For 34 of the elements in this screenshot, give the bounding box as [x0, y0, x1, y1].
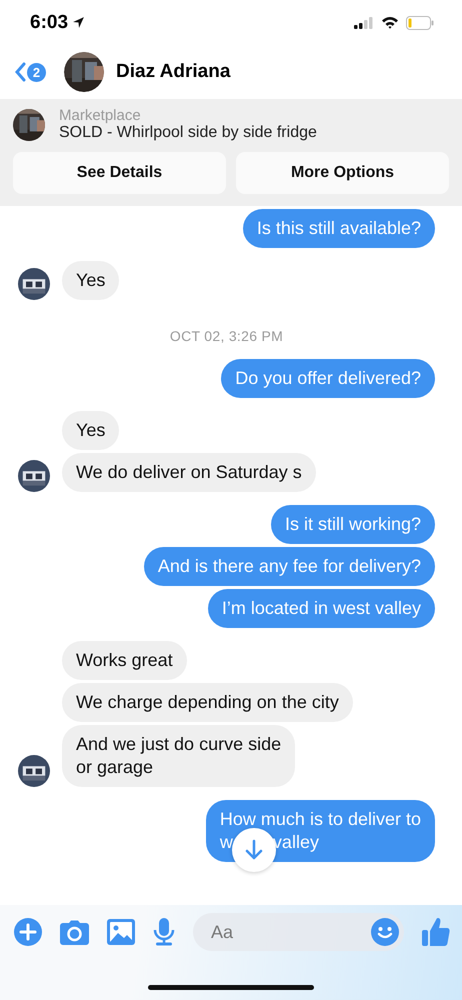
clock-time: 6:03 — [30, 12, 68, 34]
received-message: We charge depending on the city — [62, 683, 353, 722]
location-arrow-icon — [72, 16, 86, 29]
listing-source: Marketplace — [59, 107, 142, 124]
thumbs-up-icon[interactable] — [422, 917, 450, 947]
camera-icon[interactable] — [60, 920, 89, 944]
unread-badge: 2 — [27, 62, 46, 82]
wifi-icon — [381, 16, 399, 29]
received-message: Yes — [62, 411, 120, 450]
sent-message: And is there any fee for delivery? — [144, 547, 435, 586]
message-box[interactable]: Aa — [193, 913, 404, 951]
microphone-icon[interactable] — [153, 918, 175, 946]
received-message: And we just do curve side or garage — [62, 725, 296, 787]
plus-icon[interactable] — [14, 918, 42, 946]
listing-button[interactable]: See Details — [13, 152, 226, 194]
signal-icon — [354, 16, 374, 28]
chevron-left-icon — [14, 62, 26, 82]
received-message: We do deliver on Saturday s — [62, 453, 316, 492]
message-field[interactable]: Aa — [209, 920, 371, 944]
sent-message: Do you offer delivered? — [221, 359, 435, 398]
sent-message: How much is to deliver to w valley — [206, 800, 435, 862]
sent-message: Is this still available? — [242, 209, 435, 248]
sent-message: Is it still working? — [270, 505, 435, 544]
battery-icon — [406, 16, 434, 30]
received-message: Works great — [62, 641, 187, 680]
received-message: Yes — [62, 261, 120, 300]
sent-message: I’m located in west valley — [208, 589, 435, 628]
image-icon[interactable] — [107, 919, 135, 945]
emoji-icon[interactable] — [371, 918, 399, 946]
arrow-down-icon — [244, 839, 264, 861]
listing-button[interactable]: More Options — [236, 152, 449, 194]
listing-title: SOLD - Whirlpool side by side fridge — [59, 124, 317, 142]
contact-name: Diaz Adriana — [116, 61, 230, 83]
timestamp: OCT 02, 3:26 PM — [168, 328, 284, 344]
